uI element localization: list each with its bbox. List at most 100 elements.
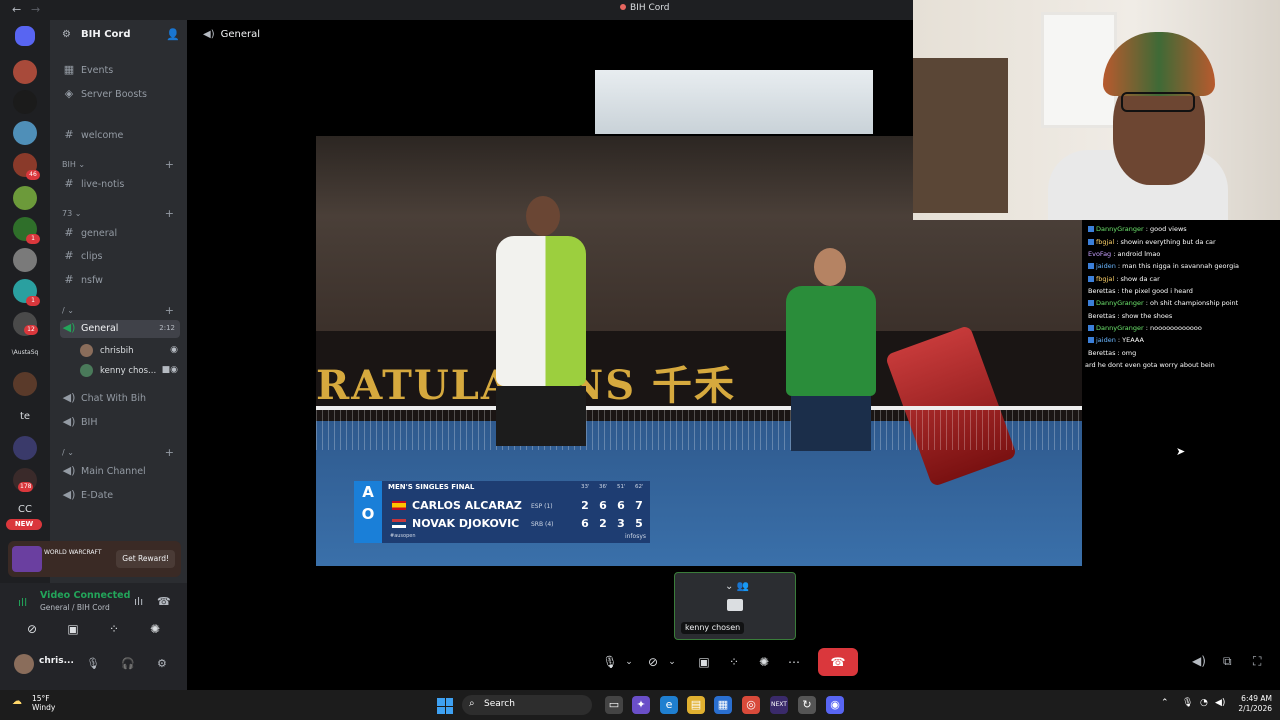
category-slash[interactable]: / ⌄ + [62,304,180,317]
voice-channel-chat-with-bih[interactable]: ◀) Chat With Bih [60,390,180,408]
username[interactable]: chris... [39,656,74,666]
voice-member[interactable]: chrisbih ◉ [80,343,180,359]
get-reward-button[interactable]: Get Reward! [116,550,175,568]
category-73[interactable]: 73 ⌄ + [62,207,180,220]
more-options-button[interactable]: ⋯ [784,651,804,673]
pop-out-icon[interactable]: ⧉ [1223,654,1232,669]
gear-icon[interactable]: ⚙ [157,657,167,670]
hash-icon: # [64,128,74,141]
task-view-icon[interactable]: ▭ [605,696,623,714]
voice-member[interactable]: kenny chos... ■◉ [80,363,180,379]
copilot-icon[interactable]: ✦ [632,696,650,714]
chrome-icon[interactable]: ◎ [742,696,760,714]
clock-time: 6:49 AM [1241,694,1272,703]
disconnect-button[interactable]: ☎ [818,648,858,676]
chevron-down-icon[interactable]: ⌄ [622,651,636,673]
add-channel-icon[interactable]: + [165,304,174,317]
server-icon-1[interactable] [13,60,37,84]
chat-user: jaiden [1096,336,1116,344]
server-icon-5[interactable] [13,186,37,210]
chevron-down-icon[interactable]: ⌄ 👥 [725,581,749,592]
server-header[interactable]: ⚙ BIH Cord ⌄ 👤 [50,20,187,50]
server-icon-2[interactable] [13,90,37,114]
taskbar-search[interactable]: ⌕ Search [462,695,592,715]
connection-location[interactable]: General / BIH Cord [40,603,110,612]
microphone-icon[interactable]: 🎙 [1182,698,1193,708]
add-channel-icon[interactable]: + [165,446,174,459]
connection-status[interactable]: Video Connected [40,590,130,601]
microphone-button[interactable]: 🎙 [600,651,620,673]
chat-user: DannyGranger [1096,225,1144,233]
headphones-icon[interactable]: 🎧 [121,657,135,670]
server-text-icon[interactable]: \AustaSq [0,349,50,356]
microphone-icon[interactable]: 🎙 [86,657,100,670]
promo-logo-text: WORLD WARCRAFT [44,549,102,556]
forward-icon[interactable]: → [31,3,40,16]
back-icon[interactable]: ← [12,3,21,16]
category-label: BIH [62,160,76,169]
chat-user: fbgjal [1096,238,1115,246]
channel-live-notis[interactable]: # live-notis [60,176,180,194]
fullscreen-icon[interactable]: ⛶ [1253,654,1261,669]
events-label: Events [81,65,114,76]
soundboard-button[interactable]: ✺ [136,620,174,638]
server-text-icon[interactable]: CC [0,504,50,515]
add-channel-icon[interactable]: + [165,207,174,220]
chat-text: omg [1121,349,1137,357]
invite-icon[interactable]: 👤 [166,28,180,41]
chevron-down-icon[interactable]: ⌄ [665,651,679,673]
wifi-icon[interactable]: ◔ [1200,698,1208,708]
add-channel-icon[interactable]: + [165,158,174,171]
avatar[interactable] [14,654,34,674]
discord-icon[interactable]: ◉ [826,696,844,714]
voice-channel-edate[interactable]: ◀) E-Date [60,487,180,505]
server-icon-11[interactable] [13,436,37,460]
player-figure [791,396,871,451]
screen-share-button[interactable]: ▣ [54,620,92,638]
chat-message: Berettas : omg [1088,349,1137,357]
server-icon-7[interactable] [13,248,37,272]
server-icon-3[interactable] [13,121,37,145]
store-icon[interactable]: ▦ [714,696,732,714]
chat-text: man this nigga in savannah georgia [1122,262,1240,270]
chevron-up-icon[interactable]: ⌃ [1161,698,1169,708]
stream-thumbnail[interactable] [595,70,873,134]
noise-suppression-icon[interactable]: ılı [134,595,143,608]
screen-share-button[interactable]: ▣ [694,651,714,673]
channel-clips[interactable]: # clips [60,248,180,266]
edge-icon[interactable]: e [660,696,678,714]
server-boosts-item[interactable]: ◈ Server Boosts [60,86,180,104]
channel-welcome[interactable]: # welcome [60,127,180,145]
voice-channel-bih[interactable]: ◀) BIH [60,414,180,432]
match-title: MEN'S SINGLES FINAL [388,483,475,491]
soundboard-button[interactable]: ✺ [754,651,774,673]
volume-icon[interactable]: ◀) [1192,654,1206,668]
server-icon-10[interactable] [13,372,37,396]
file-explorer-icon[interactable]: ▤ [687,696,705,714]
activities-button[interactable]: ⁘ [724,651,744,673]
channel-general[interactable]: # general [60,225,180,243]
activities-button[interactable]: ⁘ [95,620,133,638]
chat-message: fbgjal : show da car [1088,275,1160,283]
clock[interactable]: 6:49 AM 2/1/2026 [1232,694,1272,714]
windows-start-icon[interactable] [437,698,453,714]
camera-off-button[interactable]: ⊘ [13,620,51,638]
camera-off-button[interactable]: ⊘ [643,651,663,673]
player-name: CARLOS ALCARAZ [412,499,522,512]
voice-channel-main[interactable]: ◀) Main Channel [60,463,180,481]
weather-widget[interactable]: 15°F Windy [32,694,55,712]
next-app-icon[interactable]: NEXT [770,696,788,714]
channel-nsfw[interactable]: # nsfw [60,272,180,290]
app-icon[interactable]: ↻ [798,696,816,714]
participant-name: kenny chosen [681,622,745,634]
voice-channel-general[interactable]: ◀) General 2:12 [60,320,180,338]
disconnect-icon[interactable]: ☎ [157,595,171,608]
speaker-icon[interactable]: ◀) [1215,698,1225,708]
category-slash-2[interactable]: / ⌄ + [62,446,180,459]
events-item[interactable]: ▦ Events [60,62,180,80]
server-text-icon[interactable]: te [0,411,50,422]
discord-home-icon[interactable] [15,26,35,46]
participant-tile[interactable]: ⌄ 👥 kenny chosen [674,572,796,640]
player-seed: ESP (1) [531,503,553,510]
category-bih[interactable]: BIH ⌄ + [62,158,180,171]
